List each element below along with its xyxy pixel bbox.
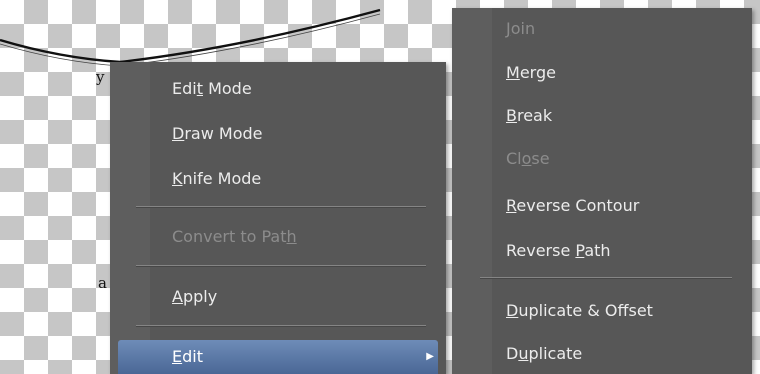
submenu-item-duplicate[interactable]: Duplicate [460,337,744,371]
submenu-item-reverse-path[interactable]: Reverse Path [460,234,744,268]
submenu-item-duplicate-and-offset[interactable]: Duplicate & Offset [460,294,744,328]
menu-item-edit-submenu[interactable]: Edit ▶ [118,340,438,374]
menu-separator [136,265,426,267]
menu-item-edit-mode[interactable]: Edit Mode [118,72,438,106]
menu-item-convert-to-path[interactable]: Convert to Path [118,220,438,254]
submenu-item-join[interactable]: Join [460,12,744,46]
context-menu: Edit Mode Draw Mode Knife Mode Convert t… [110,62,446,374]
canvas-text-fragment: y [96,68,105,86]
menu-item-knife-mode[interactable]: Knife Mode [118,162,438,196]
menu-item-apply[interactable]: Apply [118,280,438,314]
submenu-item-break[interactable]: Break [460,99,744,133]
submenu-arrow-icon: ▶ [426,351,434,362]
canvas-text-fragment: a [98,274,107,292]
submenu-item-merge[interactable]: Merge [460,56,744,90]
submenu-item-close[interactable]: Close [460,142,744,176]
menu-separator [136,206,426,208]
menu-icon-gutter [110,62,150,374]
edit-submenu: Join Merge Break Close Reverse Contour R… [452,8,752,374]
submenu-item-reverse-contour[interactable]: Reverse Contour [460,189,744,223]
menu-item-draw-mode[interactable]: Draw Mode [118,117,438,151]
menu-separator [136,325,426,327]
menu-separator [480,277,732,279]
